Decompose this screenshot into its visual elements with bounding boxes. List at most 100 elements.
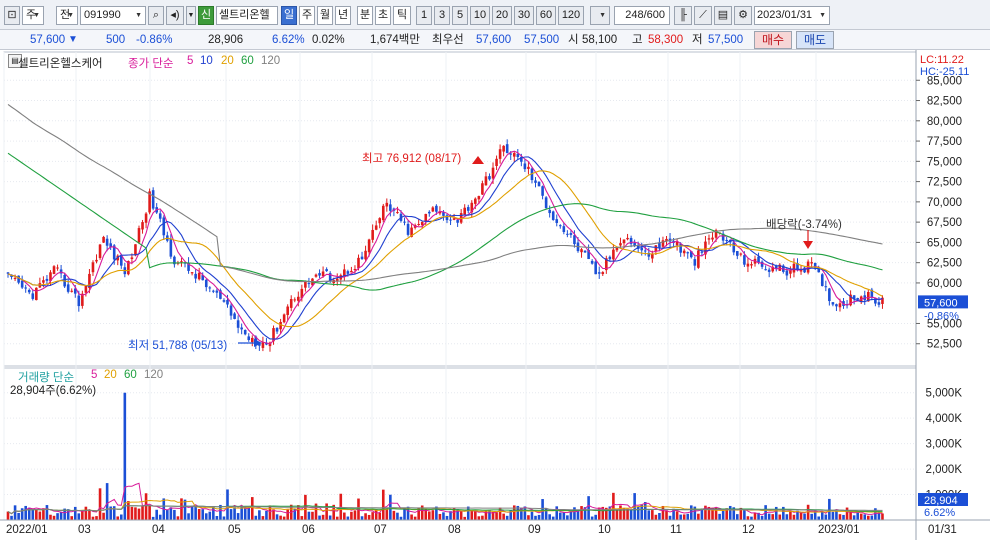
candle-body bbox=[56, 267, 59, 269]
volume-bar bbox=[580, 506, 583, 520]
minute-1-button[interactable]: 1 bbox=[416, 6, 432, 25]
volume-bar bbox=[77, 513, 81, 520]
candle-body bbox=[612, 249, 615, 260]
chart-window-icon[interactable]: ⊡ bbox=[4, 6, 20, 25]
candle-body bbox=[544, 197, 548, 209]
period-year-tab[interactable]: 년 bbox=[335, 6, 351, 25]
volume-bar bbox=[835, 511, 838, 520]
volume-bar bbox=[31, 508, 35, 520]
vol-ma20-label: 20 bbox=[104, 369, 117, 381]
period-minute-tab[interactable]: 분 bbox=[357, 6, 373, 25]
candle-body bbox=[700, 251, 704, 253]
period-second-tab[interactable]: 초 bbox=[375, 6, 391, 25]
candle-body bbox=[566, 233, 569, 235]
volume-bar bbox=[643, 502, 647, 520]
price-axis-label: 65,000 bbox=[927, 237, 962, 249]
volume-bar bbox=[410, 514, 413, 520]
period-tick-tab[interactable]: 틱 bbox=[393, 6, 411, 25]
candle-body bbox=[180, 261, 183, 263]
period-week-tab[interactable]: 주 bbox=[299, 6, 315, 25]
candle-body bbox=[297, 296, 300, 301]
save-icon[interactable]: ▤ bbox=[714, 6, 732, 25]
draw-line-icon[interactable]: ⟋ bbox=[694, 6, 712, 25]
volume-bar bbox=[413, 516, 417, 520]
candle-body bbox=[477, 196, 481, 200]
volume-bar bbox=[828, 498, 831, 520]
minute-5-button[interactable]: 5 bbox=[452, 6, 468, 25]
candle-body bbox=[810, 262, 813, 264]
candle-body bbox=[406, 223, 410, 235]
candle-body bbox=[643, 250, 647, 252]
buy-button[interactable]: 매수 bbox=[754, 31, 792, 49]
candle-body bbox=[824, 286, 828, 288]
volume-bar bbox=[736, 514, 739, 520]
candle-body bbox=[378, 218, 382, 224]
volume-bar bbox=[849, 511, 852, 520]
volume-bar bbox=[562, 511, 566, 520]
candle-body bbox=[77, 295, 81, 307]
price-axis-label: 62,500 bbox=[927, 258, 962, 270]
candle-body bbox=[27, 289, 31, 293]
ask-price: 57,600 bbox=[476, 34, 512, 46]
candle-body bbox=[427, 211, 431, 214]
gubun-select[interactable]: 주 bbox=[22, 6, 44, 25]
volume-bar bbox=[166, 509, 169, 520]
stock-code-input[interactable]: 091990 bbox=[80, 6, 146, 25]
volume-bar bbox=[144, 493, 148, 520]
minute-3-button[interactable]: 3 bbox=[434, 6, 450, 25]
volume-bar bbox=[328, 515, 332, 520]
candle-body bbox=[364, 250, 367, 260]
ma5-label: 5 bbox=[187, 55, 194, 67]
volume-bar bbox=[56, 513, 59, 520]
candle-body bbox=[212, 290, 215, 292]
price-tag-pct: -0.86% bbox=[924, 310, 959, 322]
turnover-pct: 0.02% bbox=[312, 34, 345, 46]
stock-name-field[interactable]: 셀트리온헬 bbox=[216, 6, 278, 25]
gear-icon[interactable]: ⚙ bbox=[734, 6, 752, 25]
candle-body bbox=[527, 166, 530, 169]
candle-body bbox=[45, 278, 49, 281]
volume-bar bbox=[481, 515, 484, 520]
candle-body bbox=[215, 290, 219, 293]
minute-60-button[interactable]: 60 bbox=[536, 6, 556, 25]
price-axis-label: 52,500 bbox=[927, 339, 962, 351]
candle-body bbox=[750, 264, 753, 266]
minute-10-button[interactable]: 10 bbox=[470, 6, 490, 25]
data-count-field[interactable]: 248/600 bbox=[614, 6, 670, 25]
shin-badge[interactable]: 신 bbox=[198, 6, 214, 25]
candle-type-icon[interactable]: ╟ bbox=[674, 6, 692, 25]
jeon-select[interactable]: 전 bbox=[56, 6, 78, 25]
volume-bar bbox=[240, 506, 243, 520]
candle-body bbox=[226, 300, 229, 305]
trade-amount: 1,674백만 bbox=[370, 34, 420, 46]
candle-body bbox=[534, 180, 537, 183]
volume-bar bbox=[445, 515, 449, 520]
date-picker[interactable]: 2023/01/31 bbox=[754, 6, 830, 25]
minute-30-button[interactable]: 30 bbox=[514, 6, 534, 25]
minute-custom-select[interactable] bbox=[590, 6, 610, 25]
period-month-tab[interactable]: 월 bbox=[317, 6, 333, 25]
volume-bar bbox=[38, 511, 42, 520]
search-icon[interactable]: ⌕ bbox=[148, 6, 164, 25]
chevron-down-icon[interactable]: ▼ bbox=[186, 6, 196, 25]
volume-bar bbox=[119, 514, 123, 520]
sound-icon[interactable]: ◂) bbox=[166, 6, 184, 25]
stock-chart[interactable]: 85,00082,50080,00077,50075,00072,50070,0… bbox=[0, 50, 990, 540]
sell-button[interactable]: 매도 bbox=[796, 31, 834, 49]
volume-bar bbox=[381, 489, 385, 520]
high-annotation: 최고 76,912 (08/17) bbox=[362, 153, 462, 165]
candle-body bbox=[746, 263, 750, 267]
volume-bar bbox=[753, 512, 757, 520]
ma20-label: 20 bbox=[221, 55, 234, 67]
candle-body bbox=[335, 278, 339, 281]
candle-body bbox=[456, 220, 459, 223]
candle-body bbox=[498, 149, 502, 159]
period-day-tab[interactable]: 일 bbox=[281, 6, 297, 25]
volume-bar bbox=[803, 513, 806, 520]
volume-bar bbox=[84, 506, 88, 520]
minute-20-button[interactable]: 20 bbox=[492, 6, 512, 25]
volume-bar bbox=[665, 510, 668, 520]
volume-bar bbox=[190, 505, 194, 520]
volume-bar bbox=[321, 514, 325, 520]
minute-120-button[interactable]: 120 bbox=[558, 6, 584, 25]
